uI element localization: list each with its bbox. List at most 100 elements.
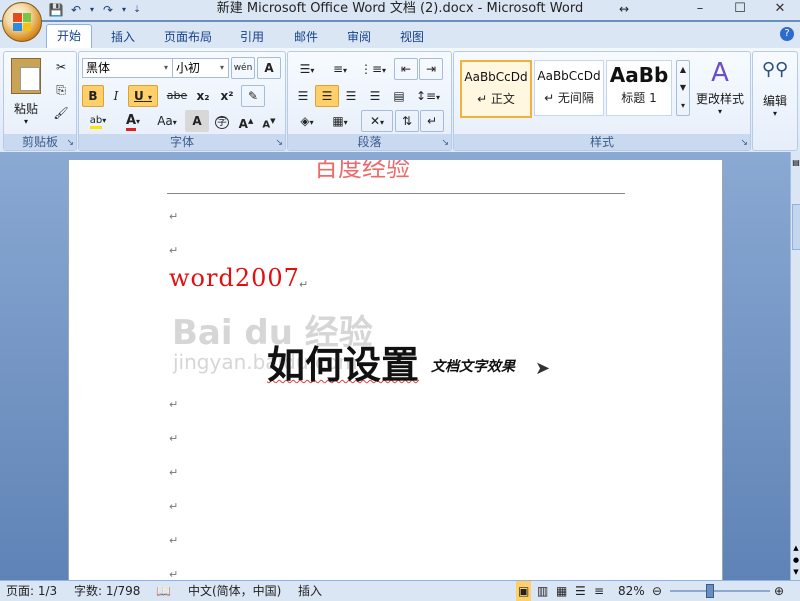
enclose-char-button[interactable]: 字: [210, 110, 234, 132]
draft-view-icon[interactable]: ≡: [594, 581, 604, 601]
font-name-select[interactable]: 黑体 ▾: [82, 58, 173, 78]
multilevel-list-button[interactable]: ⋮≡▾: [357, 58, 389, 80]
borders-button[interactable]: ▦▾: [324, 110, 356, 132]
styles-scroll[interactable]: ▲ ▼ ▾: [676, 60, 690, 116]
shrink-font-button[interactable]: A▼: [257, 110, 281, 132]
redo-icon[interactable]: ↷: [100, 2, 116, 18]
style-no-spacing[interactable]: AaBbCcDd ↵ 无间隔: [534, 60, 604, 116]
scrollbar-thumb[interactable]: [792, 204, 800, 250]
align-left-icon[interactable]: ☰: [291, 85, 315, 107]
bold-button[interactable]: B: [82, 85, 104, 107]
maximize-button[interactable]: ☐: [720, 0, 760, 18]
style-name: ↵ 正文: [477, 92, 515, 106]
style-heading-1[interactable]: AaBb 标题 1: [606, 60, 672, 116]
zoom-slider[interactable]: [670, 590, 770, 592]
highlight-button[interactable]: ab▾: [82, 110, 114, 132]
style-normal[interactable]: AaBbCcDd ↵ 正文: [460, 60, 532, 118]
tab-review[interactable]: 审阅: [347, 26, 371, 48]
full-screen-reading-icon[interactable]: ▥: [537, 581, 548, 601]
justify-icon[interactable]: ☰: [363, 85, 387, 107]
tab-view[interactable]: 视图: [400, 26, 424, 48]
tab-insert[interactable]: 插入: [111, 26, 135, 48]
font-color-button[interactable]: A▾: [117, 110, 149, 132]
style-name: 标题 1: [621, 91, 657, 105]
help-icon[interactable]: ?: [780, 27, 794, 41]
cut-icon[interactable]: ✂: [50, 56, 72, 78]
save-icon[interactable]: 💾: [48, 2, 64, 18]
minimize-button[interactable]: –: [680, 0, 720, 18]
distributed-icon[interactable]: ▤: [387, 85, 411, 107]
shading-button[interactable]: ◈▾: [291, 110, 323, 132]
ribbon-tabs: 开始 插入 页面布局 引用 邮件 审阅 视图 ?: [0, 22, 800, 49]
numbering-button[interactable]: ≡▾: [324, 58, 356, 80]
sort-icon[interactable]: ⇅: [395, 110, 419, 132]
styles-launcher-icon[interactable]: ↘: [740, 138, 748, 148]
style-preview: AaBbCcDd: [464, 70, 528, 84]
italic-button[interactable]: I: [105, 85, 127, 107]
browse-object-icon[interactable]: ●: [791, 556, 800, 564]
office-button[interactable]: [2, 2, 42, 42]
tab-mailings[interactable]: 邮件: [294, 26, 318, 48]
clear-format-icon[interactable]: ✎: [241, 85, 265, 107]
superscript-button[interactable]: x²: [215, 85, 239, 107]
grow-font-button[interactable]: A▲: [234, 110, 258, 132]
tab-home[interactable]: 开始: [46, 24, 93, 49]
change-styles-icon: A: [711, 58, 729, 88]
zoom-out-icon[interactable]: ⊖: [652, 581, 662, 601]
undo-icon[interactable]: ↶: [68, 2, 84, 18]
customize-qat-icon[interactable]: ⇣: [132, 2, 142, 18]
tab-page-layout[interactable]: 页面布局: [164, 26, 212, 48]
document-page[interactable]: 百度经验 ↵ ↵ word2007 ↵ Bai du 经验 jingyan.ba…: [68, 160, 723, 580]
change-styles-button[interactable]: A 更改样式 ▾: [692, 58, 748, 116]
show-marks-icon[interactable]: ↵: [420, 110, 444, 132]
zoom-in-icon[interactable]: ⊕: [774, 581, 784, 601]
paste-button[interactable]: 粘贴 ▾: [8, 58, 44, 126]
close-button[interactable]: ✕: [760, 0, 800, 18]
underline-dropdown-icon: ▾: [147, 93, 152, 102]
char-shading-button[interactable]: A: [185, 110, 209, 132]
copy-icon[interactable]: ⎘: [50, 79, 72, 101]
align-right-icon[interactable]: ☰: [339, 85, 363, 107]
word-count[interactable]: 字数: 1/798: [74, 581, 140, 601]
page-count[interactable]: 页面: 1/3: [6, 581, 57, 601]
resize-icon: ↔: [619, 2, 630, 16]
format-painter-icon[interactable]: 🖌: [50, 102, 72, 124]
chinese-layout-button[interactable]: ✕▾: [361, 110, 393, 132]
vertical-scrollbar[interactable]: ▤ ▲ ● ▼: [790, 152, 800, 580]
strikethrough-button[interactable]: abe: [163, 85, 191, 107]
line-spacing-button[interactable]: ↕≡▾: [412, 85, 444, 107]
prev-page-icon[interactable]: ▲: [791, 544, 800, 552]
insert-mode[interactable]: 插入: [298, 581, 322, 601]
language-status[interactable]: 中文(简体，中国): [188, 581, 281, 601]
undo-dropdown-icon[interactable]: ▾: [88, 2, 96, 18]
paragraph-launcher-icon[interactable]: ↘: [441, 138, 449, 148]
increase-indent-icon[interactable]: ⇥: [419, 58, 443, 80]
proofing-icon[interactable]: 📖: [156, 581, 171, 601]
paragraph-mark: ↵: [169, 500, 179, 513]
ruler-toggle-icon[interactable]: ▤: [791, 158, 800, 167]
clipboard-group: 粘贴 ▾ ✂ ⎘ 🖌 剪贴板 ↘: [3, 51, 77, 151]
next-page-icon[interactable]: ▼: [791, 568, 800, 576]
zoom-level[interactable]: 82%: [618, 581, 645, 601]
phonetic-guide-button[interactable]: wén: [231, 57, 255, 79]
print-layout-icon[interactable]: ▣: [516, 581, 532, 601]
editing-button[interactable]: ⚲⚲ 编辑 ▾: [755, 58, 795, 118]
outline-view-icon[interactable]: ☰: [575, 581, 586, 601]
style-preview: AaBb: [609, 63, 669, 87]
tab-references[interactable]: 引用: [240, 26, 264, 48]
bullets-button[interactable]: ☰▾: [291, 58, 323, 80]
subscript-button[interactable]: x₂: [191, 85, 215, 107]
change-case-button[interactable]: Aa▾: [151, 110, 183, 132]
web-layout-icon[interactable]: ▦: [556, 581, 567, 601]
zoom-slider-thumb[interactable]: [706, 584, 714, 598]
redo-dropdown-icon[interactable]: ▾: [120, 2, 128, 18]
font-launcher-icon[interactable]: ↘: [275, 138, 283, 148]
align-center-icon[interactable]: ☰: [315, 85, 339, 107]
change-styles-label: 更改样式: [695, 92, 744, 106]
decrease-indent-icon[interactable]: ⇤: [394, 58, 418, 80]
office-logo-icon: [13, 13, 31, 31]
char-border-button[interactable]: A: [257, 57, 281, 79]
underline-button[interactable]: U ▾: [128, 85, 158, 107]
clipboard-launcher-icon[interactable]: ↘: [66, 138, 74, 148]
font-size-select[interactable]: 小初 ▾: [172, 58, 229, 78]
